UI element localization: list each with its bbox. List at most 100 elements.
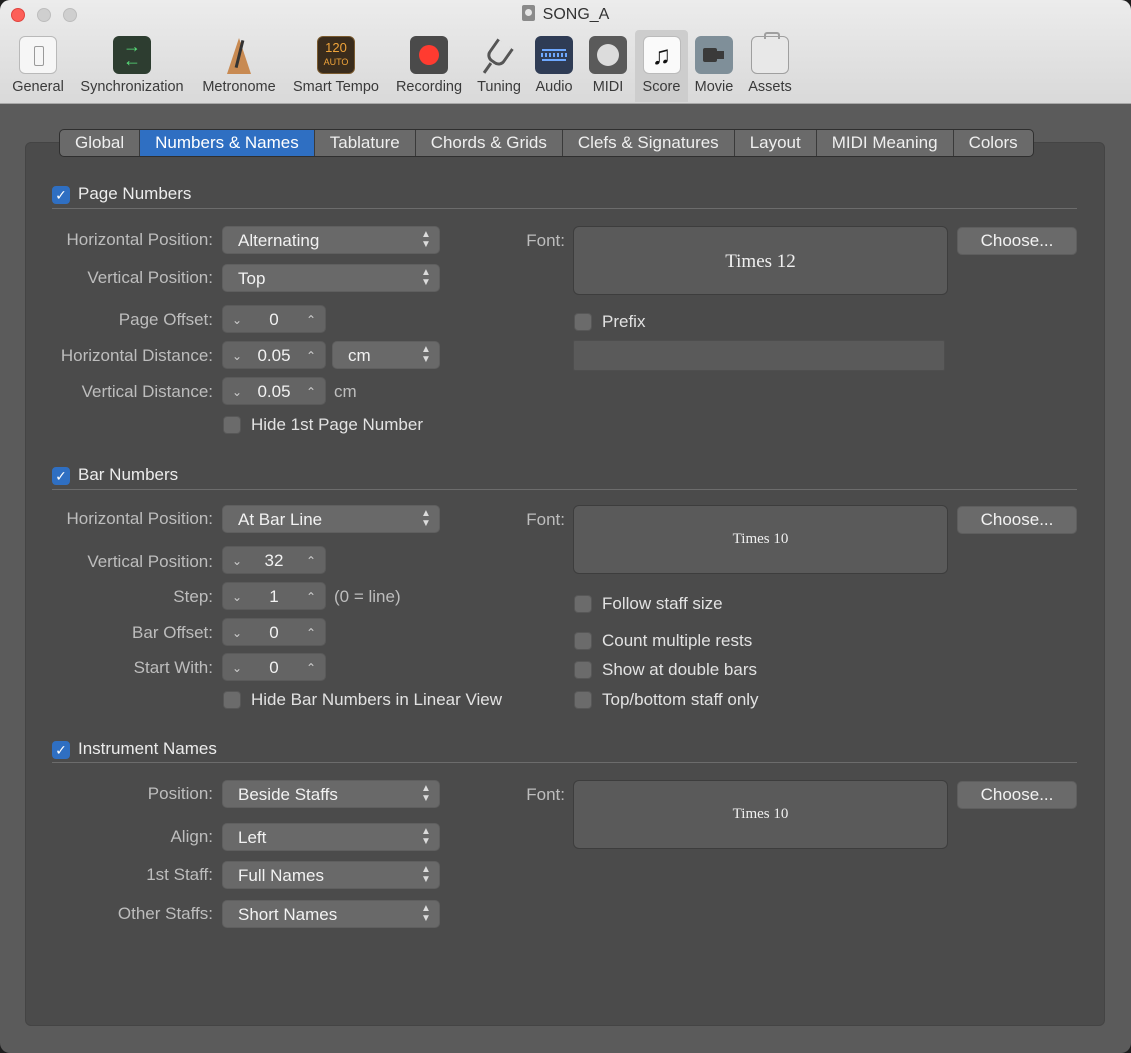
page-offset-stepper[interactable]: ⌄ 0 ⌃ — [222, 305, 326, 333]
assets-briefcase-icon — [751, 32, 789, 74]
chevron-up-icon[interactable]: ⌃ — [302, 547, 320, 575]
toolbar-assets[interactable]: Assets — [742, 30, 798, 102]
tab-layout[interactable]: Layout — [735, 130, 817, 156]
movie-camera-icon — [695, 36, 733, 74]
tab-midi-meaning[interactable]: MIDI Meaning — [817, 130, 954, 156]
toolbar-score[interactable]: ♫ Score — [635, 30, 688, 102]
checkbox-box[interactable] — [223, 691, 241, 709]
document-icon — [521, 5, 535, 21]
tab-global[interactable]: Global — [60, 130, 141, 156]
toolbar-midi[interactable]: MIDI — [584, 30, 632, 102]
stepper-arrows-icon: ▲ ▼ — [421, 229, 431, 250]
tab-chords-grids[interactable]: Chords & Grids — [416, 130, 563, 156]
chevron-down-icon[interactable]: ⌄ — [228, 547, 246, 575]
toolbar-metronome[interactable]: Metronome — [196, 30, 282, 102]
vertical-distance-unit: cm — [334, 382, 357, 401]
checkbox-box[interactable] — [574, 661, 592, 679]
toolbar-general[interactable]: General — [6, 30, 70, 102]
prefix-checkbox[interactable]: Prefix — [574, 312, 674, 332]
horizontal-distance-label: Horizontal Distance: — [60, 346, 213, 365]
other-staffs-select[interactable]: Short Names ▲ ▼ — [222, 900, 440, 928]
bar-horizontal-position-label: Horizontal Position: — [66, 509, 213, 528]
vertical-position-label: Vertical Position: — [87, 268, 213, 287]
window-title: SONG_A — [0, 5, 1131, 24]
prefix-input[interactable] — [573, 340, 945, 371]
hide-first-page-number-checkbox[interactable]: Hide 1st Page Number — [223, 415, 453, 435]
chevron-down-icon[interactable]: ⌄ — [228, 583, 246, 611]
chevron-up-icon[interactable]: ⌃ — [302, 654, 320, 682]
chevron-down-icon[interactable]: ⌄ — [228, 306, 246, 334]
stepper-arrows-icon: ▲ ▼ — [421, 864, 431, 885]
follow-staff-size-checkbox[interactable]: Follow staff size — [574, 594, 794, 614]
toolbar-audio[interactable]: Audio — [530, 30, 578, 102]
tuning-fork-icon — [480, 36, 518, 74]
bar-numbers-checkbox[interactable]: ✓ — [52, 467, 70, 485]
align-select[interactable]: Left ▲ ▼ — [222, 823, 440, 851]
checkbox-box[interactable] — [574, 313, 592, 331]
bar-horizontal-position-select[interactable]: At Bar Line ▲ ▼ — [222, 505, 440, 533]
chevron-down-icon[interactable]: ⌄ — [228, 654, 246, 682]
tab-numbers-names[interactable]: Numbers & Names — [140, 130, 315, 156]
instrument-font-label: Font: — [526, 785, 565, 804]
vertical-distance-stepper[interactable]: ⌄ 0.05 ⌃ — [222, 377, 326, 405]
chevron-up-icon[interactable]: ⌃ — [302, 583, 320, 611]
page-font-choose-button[interactable]: Choose... — [957, 227, 1077, 255]
instrument-position-select[interactable]: Beside Staffs ▲ ▼ — [222, 780, 440, 808]
checkbox-box[interactable] — [574, 595, 592, 613]
toolbar-tuning[interactable]: Tuning — [472, 30, 526, 102]
step-stepper[interactable]: ⌄ 1 ⌃ — [222, 582, 326, 610]
tab-colors[interactable]: Colors — [954, 130, 1033, 156]
hide-bar-numbers-linear-checkbox[interactable]: Hide Bar Numbers in Linear View — [223, 690, 523, 710]
instrument-position-label: Position: — [147, 784, 213, 803]
chevron-up-icon[interactable]: ⌃ — [302, 378, 320, 406]
section-divider — [52, 762, 1077, 763]
toolbar-smart-tempo[interactable]: 120 AUTO Smart Tempo — [286, 30, 386, 102]
bar-font-choose-button[interactable]: Choose... — [957, 506, 1077, 534]
toolbar-recording[interactable]: Recording — [390, 30, 468, 102]
toolbar-synchronization[interactable]: → ← Synchronization — [72, 30, 192, 102]
other-staffs-label: Other Staffs: — [117, 904, 213, 923]
audio-waveform-icon — [535, 36, 573, 74]
chevron-up-icon[interactable]: ⌃ — [302, 619, 320, 647]
start-with-stepper[interactable]: ⌄ 0 ⌃ — [222, 653, 326, 681]
chevron-down-icon[interactable]: ⌄ — [228, 619, 246, 647]
stepper-arrows-icon: ▲ ▼ — [421, 344, 431, 365]
stepper-arrows-icon: ▲ ▼ — [421, 508, 431, 529]
horizontal-distance-unit-select[interactable]: cm ▲ ▼ — [332, 341, 440, 369]
stepper-arrows-icon: ▲ ▼ — [421, 267, 431, 288]
bar-offset-stepper[interactable]: ⌄ 0 ⌃ — [222, 618, 326, 646]
first-staff-label: 1st Staff: — [146, 865, 213, 884]
page-offset-label: Page Offset: — [118, 310, 213, 329]
midi-connector-icon — [589, 36, 627, 74]
checkbox-box[interactable] — [574, 691, 592, 709]
title-bar: SONG_A General → ← Synchronization Metron… — [0, 0, 1131, 104]
chevron-down-icon[interactable]: ⌄ — [228, 378, 246, 406]
horizontal-distance-stepper[interactable]: ⌄ 0.05 ⌃ — [222, 341, 326, 369]
instrument-names-checkbox[interactable]: ✓ — [52, 741, 70, 759]
show-at-double-bars-checkbox[interactable]: Show at double bars — [574, 660, 794, 680]
page-vertical-position-select[interactable]: Top ▲ ▼ — [222, 264, 440, 292]
checkbox-box[interactable] — [223, 416, 241, 434]
bar-vertical-position-label: Vertical Position: — [87, 552, 213, 571]
tab-tablature[interactable]: Tablature — [315, 130, 416, 156]
tab-clefs-signatures[interactable]: Clefs & Signatures — [563, 130, 735, 156]
bar-offset-label: Bar Offset: — [132, 623, 213, 642]
page-horizontal-position-select[interactable]: Alternating ▲ ▼ — [222, 226, 440, 254]
synchronization-icon: → ← — [113, 36, 151, 74]
instrument-names-section-header: ✓ Instrument Names — [52, 739, 272, 761]
chevron-down-icon[interactable]: ⌄ — [228, 342, 246, 370]
smart-tempo-icon: 120 AUTO — [317, 36, 355, 74]
preferences-window: SONG_A General → ← Synchronization Metron… — [0, 0, 1131, 1053]
score-note-icon: ♫ — [642, 36, 681, 74]
page-numbers-checkbox[interactable]: ✓ — [52, 186, 70, 204]
top-bottom-staff-only-checkbox[interactable]: Top/bottom staff only — [574, 690, 794, 710]
instrument-font-choose-button[interactable]: Choose... — [957, 781, 1077, 809]
first-staff-select[interactable]: Full Names ▲ ▼ — [222, 861, 440, 889]
stepper-arrows-icon: ▲ ▼ — [421, 826, 431, 847]
checkbox-box[interactable] — [574, 632, 592, 650]
chevron-up-icon[interactable]: ⌃ — [302, 342, 320, 370]
bar-vertical-position-stepper[interactable]: ⌄ 32 ⌃ — [222, 546, 326, 574]
toolbar-movie[interactable]: Movie — [690, 30, 738, 102]
count-multiple-rests-checkbox[interactable]: Count multiple rests — [574, 631, 794, 651]
chevron-up-icon[interactable]: ⌃ — [302, 306, 320, 334]
